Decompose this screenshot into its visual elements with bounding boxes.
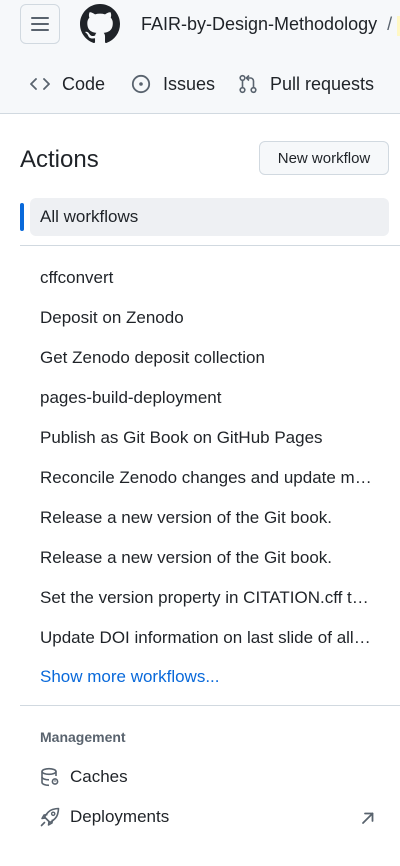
code-icon <box>30 78 50 90</box>
repo-header: FAIR-by-Design-Methodology / Code Issues <box>0 0 400 114</box>
arrow-up-right-icon <box>362 812 374 824</box>
hamburger-icon <box>31 17 49 31</box>
sidebar-item-caches[interactable]: Caches <box>40 757 128 797</box>
tab-pull-requests[interactable]: Pull requests <box>238 66 374 102</box>
tab-pull-requests-label: Pull requests <box>270 73 375 94</box>
rocket-icon <box>40 807 60 827</box>
repo-breadcrumb: FAIR-by-Design-Methodology / <box>141 14 392 35</box>
tab-code-label: Code <box>62 73 106 94</box>
workflow-item[interactable]: Update DOI information on last slide of … <box>40 618 380 658</box>
tab-code[interactable]: Code <box>30 66 105 102</box>
workflow-item[interactable]: Release a new version of the Git book. <box>40 498 380 538</box>
page-title: Actions <box>20 146 99 173</box>
all-workflows-label: All workflows <box>40 207 139 226</box>
pull-request-icon <box>239 74 257 94</box>
management-heading: Management <box>40 729 126 745</box>
divider <box>20 705 400 706</box>
breadcrumb-separator: / <box>387 14 393 34</box>
workflow-item[interactable]: cffconvert <box>40 258 380 298</box>
tab-issues-label: Issues <box>163 73 216 94</box>
new-workflow-button[interactable]: New workflow <box>259 141 389 175</box>
sidebar-item-all-workflows[interactable]: All workflows <box>30 198 389 236</box>
show-more-workflows-link[interactable]: Show more workflows... <box>40 667 220 687</box>
workflow-item[interactable]: Get Zenodo deposit collection <box>40 338 380 378</box>
menu-button[interactable] <box>20 4 60 44</box>
workflow-item[interactable]: Reconcile Zenodo changes and update m… <box>40 458 380 498</box>
github-logo-icon[interactable] <box>80 4 120 44</box>
workflow-item[interactable]: Publish as Git Book on GitHub Pages <box>40 418 380 458</box>
divider <box>20 245 400 246</box>
deployments-label: Deployments <box>70 807 170 826</box>
issue-icon <box>131 74 151 94</box>
sidebar-item-deployments[interactable]: Deployments <box>40 797 169 837</box>
workflow-item[interactable]: Set the version property in CITATION.cff… <box>40 578 380 618</box>
tab-issues[interactable]: Issues <box>131 66 215 102</box>
workflow-item[interactable]: Release a new version of the Git book. <box>40 538 380 578</box>
workflow-item[interactable]: pages-build-deployment <box>40 378 380 418</box>
workflow-item[interactable]: Deposit on Zenodo <box>40 298 380 338</box>
selected-indicator <box>20 203 24 231</box>
repo-owner-link[interactable]: FAIR-by-Design-Methodology <box>141 14 377 34</box>
database-icon <box>41 767 59 787</box>
caches-label: Caches <box>70 767 128 786</box>
